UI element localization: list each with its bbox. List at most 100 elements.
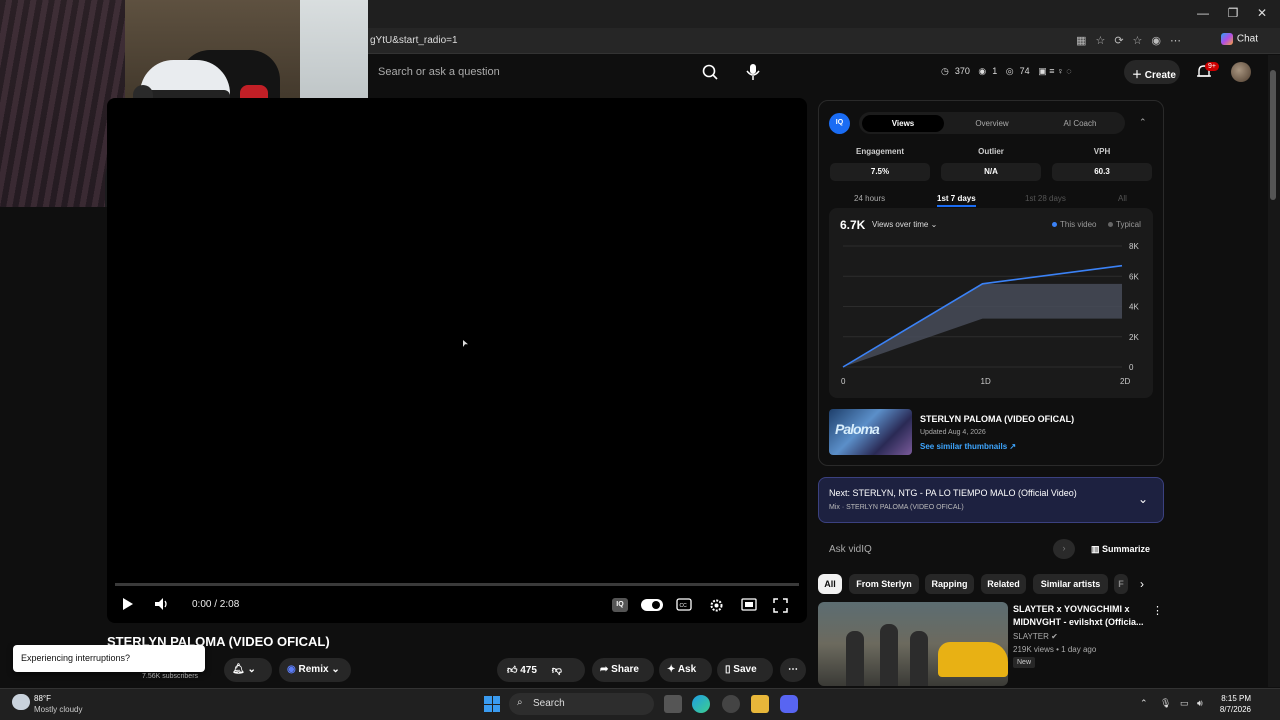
theater-mode-icon[interactable] bbox=[741, 598, 757, 614]
ask-button[interactable]: ✦ Ask bbox=[659, 658, 712, 682]
cloud-icon[interactable] bbox=[12, 694, 30, 710]
tray-network-icon[interactable]: ▭ bbox=[1180, 698, 1189, 709]
search-icon[interactable] bbox=[698, 61, 722, 83]
chevron-up-icon[interactable]: ⌃ bbox=[1139, 117, 1147, 128]
scrollbar-thumb[interactable] bbox=[1270, 70, 1276, 200]
thumbnail-card-updated: Updated Aug 4, 2026 bbox=[920, 429, 986, 436]
save-button[interactable]: ▯ Save bbox=[717, 658, 773, 682]
remix-label: Remix bbox=[298, 664, 329, 675]
copilot-chat-button[interactable]: Chat bbox=[1220, 33, 1258, 45]
chip-related[interactable]: Related bbox=[981, 574, 1026, 594]
tab-overview[interactable]: Overview bbox=[951, 115, 1033, 132]
account-avatar[interactable] bbox=[1231, 62, 1251, 82]
y-tick-label: 0 bbox=[1129, 363, 1134, 372]
up-next-title[interactable]: Next: STERLYN, NTG - PA LO TIEMPO MALO (… bbox=[829, 488, 1077, 498]
system-date[interactable]: 8/7/2026 bbox=[1207, 705, 1251, 714]
tray-chevron-up-icon[interactable]: ⌃ bbox=[1140, 698, 1148, 709]
weather-temperature[interactable]: 88°F bbox=[34, 694, 51, 703]
video-player[interactable] bbox=[107, 98, 807, 623]
channel-name: SLAYTER bbox=[1013, 632, 1049, 641]
total-views: 6.7K bbox=[840, 218, 866, 232]
tray-volume-icon[interactable]: 🔊︎ bbox=[1197, 698, 1203, 709]
windows-start-icon[interactable] bbox=[484, 696, 500, 712]
tray-mic-icon[interactable]: 🎙︎ bbox=[1160, 698, 1171, 709]
more-actions-icon[interactable]: ⋯ bbox=[780, 658, 806, 682]
create-button[interactable]: ＋ Create bbox=[1124, 60, 1180, 84]
edge-icon[interactable] bbox=[692, 695, 710, 713]
up-next-subtitle: Mix · STERLYN PALOMA (VIDEO OFICAL) bbox=[829, 504, 964, 511]
range-first-7-days[interactable]: 1st 7 days bbox=[937, 194, 976, 207]
range-24-hours[interactable]: 24 hours bbox=[854, 194, 885, 203]
interruptions-toast[interactable]: Experiencing interruptions? bbox=[13, 645, 205, 672]
chevron-down-icon[interactable]: ⌄ bbox=[1138, 492, 1148, 506]
close-icon[interactable]: ✕ bbox=[1252, 6, 1272, 20]
discord-icon[interactable] bbox=[780, 695, 798, 713]
extension-icons[interactable]: ▦☆⟳☆◉⋯ bbox=[1076, 34, 1190, 47]
url-text[interactable]: gYtU&start_radio=1 bbox=[370, 35, 458, 46]
vidiq-player-icon[interactable]: IQ bbox=[612, 598, 628, 612]
captions-icon[interactable]: CC bbox=[676, 598, 692, 614]
stat-1: 370 bbox=[954, 66, 970, 76]
weather-condition[interactable]: Mostly cloudy bbox=[34, 705, 82, 714]
bookmark-icon: ▯ bbox=[725, 664, 731, 675]
fullscreen-icon[interactable] bbox=[773, 598, 788, 616]
chat-label: Chat bbox=[1236, 33, 1258, 45]
vidiq-header-stats[interactable]: ◷ 370 ◉ 1 ◎ 74 ▣ ≡ ♀ ◌ bbox=[941, 66, 1078, 77]
autoplay-toggle[interactable] bbox=[641, 599, 663, 611]
kebab-menu-icon[interactable]: ⋮ bbox=[1152, 604, 1163, 617]
sparkle-icon: ✦ bbox=[667, 664, 676, 675]
summarize-button[interactable]: ▥ Summarize bbox=[1091, 544, 1150, 555]
recommended-title[interactable]: SLAYTER x YOVNGCHIMI x MIDNVGHT - evilsh… bbox=[1013, 603, 1153, 629]
send-arrow-icon[interactable]: › bbox=[1053, 539, 1075, 559]
thumbnail-text: Paloma bbox=[835, 421, 880, 437]
chip-from-sterlyn[interactable]: From Sterlyn bbox=[849, 574, 919, 594]
tab-views[interactable]: Views bbox=[862, 115, 944, 132]
chip-truncated[interactable]: F bbox=[1114, 574, 1128, 594]
thumbs-down-icon[interactable]: 👎︎ bbox=[552, 665, 562, 676]
stat-3: 74 bbox=[1019, 66, 1030, 76]
minimize-icon[interactable]: — bbox=[1193, 6, 1213, 20]
up-next-banner[interactable] bbox=[818, 477, 1164, 523]
x-tick-label: 1D bbox=[981, 377, 991, 386]
app-icon[interactable] bbox=[722, 695, 740, 713]
subscription-bell-button[interactable]: 🔔︎ ⌄ bbox=[224, 658, 272, 682]
metric-engagement-value: 7.5% bbox=[830, 163, 930, 181]
like-button[interactable]: 👍︎ 475 👎︎ bbox=[497, 658, 585, 682]
volume-icon[interactable] bbox=[154, 597, 170, 614]
time-display: 0:00 / 2:08 bbox=[192, 599, 240, 610]
y-tick-label: 6K bbox=[1129, 272, 1139, 281]
taskbar-search[interactable]: ⌕ Search bbox=[509, 693, 654, 715]
progress-bar[interactable] bbox=[115, 583, 799, 586]
remix-button[interactable]: ◉ Remix ⌄ bbox=[279, 658, 351, 682]
copilot-icon bbox=[1220, 33, 1233, 45]
task-view-icon[interactable] bbox=[664, 695, 682, 713]
similar-thumbnails-link[interactable]: See similar thumbnails ↗ bbox=[920, 442, 1016, 451]
chip-similar-artists[interactable]: Similar artists bbox=[1033, 574, 1108, 594]
search-input[interactable]: Search or ask a question bbox=[370, 60, 728, 84]
chip-rapping[interactable]: Rapping bbox=[925, 574, 974, 594]
play-icon[interactable] bbox=[122, 597, 134, 614]
recommended-channel[interactable]: SLAYTER ✔ bbox=[1013, 632, 1058, 641]
legend-this-video: This video bbox=[1052, 220, 1096, 229]
share-icon: ➦ bbox=[600, 664, 609, 675]
chart-metric-dropdown[interactable]: Views over time ⌄ bbox=[872, 220, 937, 229]
tab-ai-coach[interactable]: AI Coach bbox=[1039, 115, 1121, 132]
clock-icon: ◷ bbox=[941, 66, 949, 76]
stat-2: 1 bbox=[992, 66, 998, 76]
chevron-right-icon[interactable]: › bbox=[1140, 577, 1144, 591]
restore-icon[interactable]: ❐ bbox=[1223, 6, 1243, 20]
microphone-icon[interactable] bbox=[743, 61, 763, 83]
settings-icon[interactable] bbox=[709, 598, 724, 616]
range-first-28-days[interactable]: 1st 28 days bbox=[1025, 194, 1066, 203]
file-explorer-icon[interactable] bbox=[751, 695, 769, 713]
chip-all[interactable]: All bbox=[818, 574, 842, 594]
recommended-thumbnail[interactable] bbox=[818, 602, 1008, 686]
vidiq-tabs: Views Overview AI Coach bbox=[859, 112, 1125, 134]
system-time[interactable]: 8:15 PM bbox=[1213, 694, 1251, 703]
range-all[interactable]: All bbox=[1118, 194, 1127, 203]
vidiq-logo: IQ bbox=[829, 113, 850, 134]
video-thumbnail[interactable]: Paloma bbox=[829, 409, 912, 455]
vidiq-menu-icons[interactable]: ▣ ≡ ♀ ◌ bbox=[1038, 66, 1071, 76]
chevron-down-icon: ⌄ bbox=[247, 664, 256, 675]
share-button[interactable]: ➦ Share bbox=[592, 658, 654, 682]
